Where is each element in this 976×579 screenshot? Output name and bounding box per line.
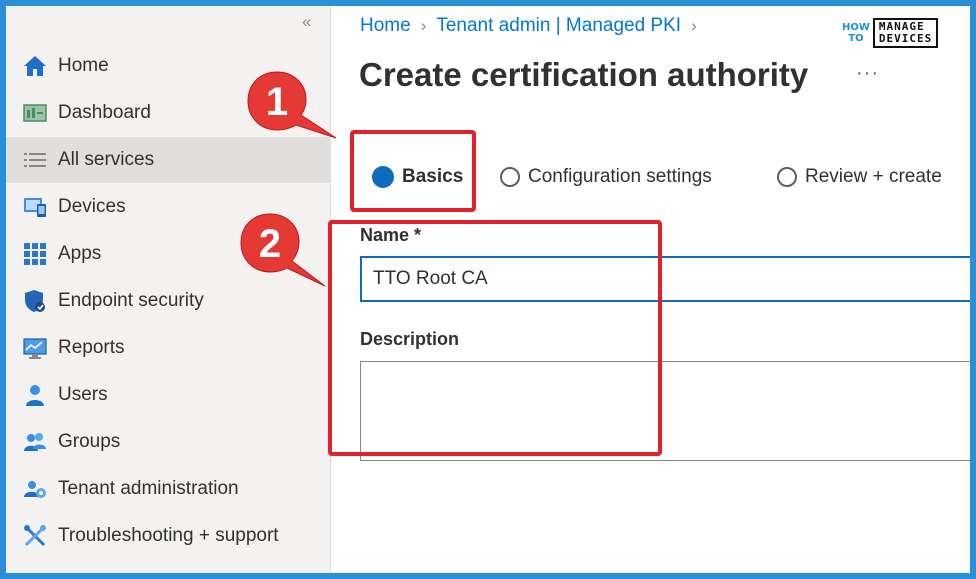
- annotation-marker-2: 2: [237, 210, 326, 287]
- app-frame: « Home Dashboard All services Devices Ap…: [6, 6, 970, 573]
- sidebar-item-label: Tenant administration: [58, 478, 239, 499]
- sidebar-item-label: Dashboard: [58, 102, 151, 123]
- tab-label: Configuration settings: [528, 166, 712, 187]
- groups-icon: [22, 429, 48, 455]
- brand-how-to: HOW TO: [842, 22, 870, 44]
- page-title: Create certification authority: [359, 56, 809, 93]
- sidebar-item-users[interactable]: Users: [6, 372, 331, 418]
- sidebar-item-reports[interactable]: Reports: [6, 325, 331, 371]
- sidebar-item-label: Endpoint security: [58, 290, 204, 311]
- brand-manage-devices: MANAGE DEVICES: [872, 18, 939, 48]
- marker-number: 1: [265, 80, 289, 124]
- sidebar-item-label: Reports: [58, 337, 125, 358]
- reports-icon: [22, 335, 48, 361]
- sidebar-item-troubleshooting-support[interactable]: Troubleshooting + support: [6, 513, 331, 559]
- sidebar-item-label: Troubleshooting + support: [58, 525, 279, 546]
- chevron-right-icon: ›: [691, 16, 697, 35]
- sidebar-item-label: Groups: [58, 431, 121, 452]
- sidebar-item-label: Devices: [58, 196, 126, 217]
- devices-icon: [22, 194, 48, 220]
- users-icon: [22, 382, 48, 408]
- marker-number: 2: [258, 222, 282, 266]
- sidebar-item-groups[interactable]: Groups: [6, 419, 331, 465]
- chevron-right-icon: ›: [420, 16, 427, 35]
- collapse-sidebar-icon[interactable]: «: [302, 12, 311, 32]
- breadcrumb-home-link[interactable]: Home: [360, 15, 411, 37]
- home-icon: [22, 53, 48, 79]
- tab-configuration-settings[interactable]: Configuration settings: [500, 166, 712, 188]
- apps-icon: [22, 241, 48, 267]
- sidebar-item-label: Apps: [58, 243, 102, 264]
- tab-label: Review + create: [805, 166, 942, 187]
- breadcrumb: Home › Tenant admin | Managed PKI ›: [360, 15, 707, 37]
- tenant-administration-icon: [22, 476, 48, 502]
- troubleshooting-icon: [22, 523, 48, 549]
- radio-unselected-icon: [777, 167, 797, 187]
- brand-logo: HOW TO MANAGE DEVICES: [842, 18, 939, 48]
- more-options-icon[interactable]: ···: [856, 62, 879, 85]
- all-services-icon: [22, 147, 48, 173]
- tab-review-create[interactable]: Review + create: [777, 166, 942, 188]
- radio-unselected-icon: [500, 167, 520, 187]
- sidebar-item-tenant-administration[interactable]: Tenant administration: [6, 466, 331, 512]
- highlight-box-basics: [350, 130, 476, 212]
- sidebar-item-label: All services: [58, 149, 155, 170]
- breadcrumb-managed-pki-link[interactable]: Tenant admin | Managed PKI: [436, 15, 681, 37]
- endpoint-security-icon: [22, 288, 48, 314]
- dashboard-icon: [22, 100, 48, 126]
- highlight-box-form: [328, 220, 662, 456]
- sidebar-item-label: Home: [58, 55, 109, 76]
- annotation-marker-1: 1: [244, 68, 337, 144]
- sidebar-item-label: Users: [58, 384, 108, 405]
